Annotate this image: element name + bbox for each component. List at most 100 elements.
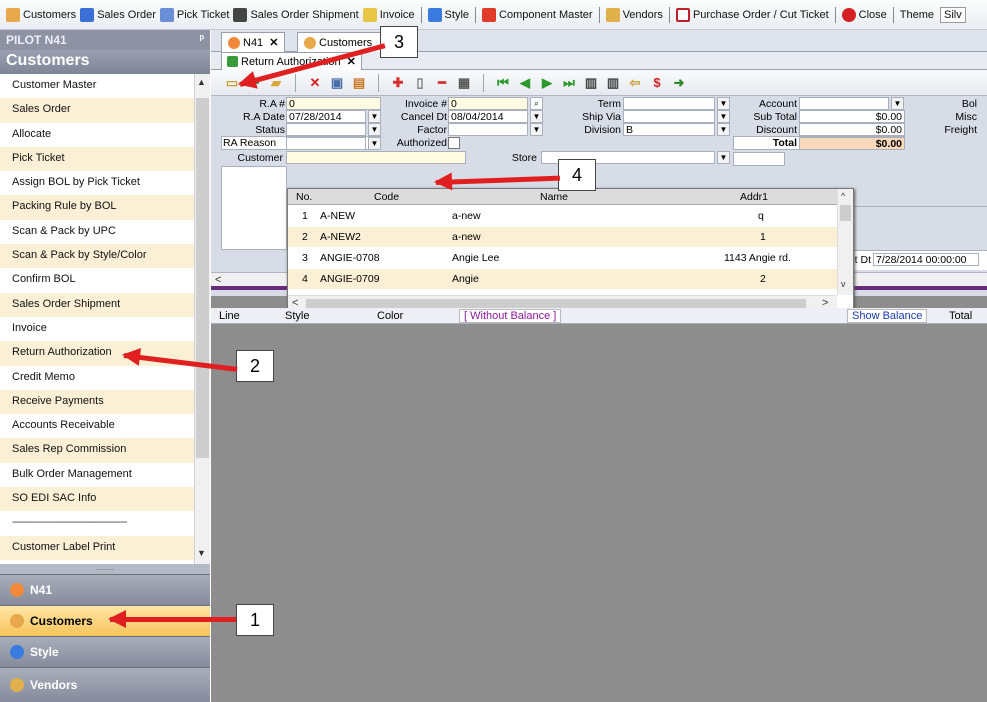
sidebar-item-allocate[interactable]: Allocate [0, 123, 194, 147]
sidebar-item-accounts-receivable[interactable]: Accounts Receivable [0, 414, 194, 438]
chevron-down-icon[interactable]: ▼ [368, 110, 381, 123]
sidebar-item-customer-master[interactable]: Customer Master [0, 74, 194, 98]
copy-icon[interactable]: ▯ [411, 75, 429, 91]
col-no: No. [296, 191, 313, 203]
invoice-icon [362, 7, 377, 22]
ra-number-field[interactable]: 0 [286, 97, 381, 110]
table-row[interactable] [288, 206, 837, 226]
sidebar-item-confirm-bol[interactable]: Confirm BOL [0, 268, 194, 292]
scroll-left-icon[interactable]: < [215, 274, 221, 286]
chevron-down-icon[interactable]: ▼ [891, 97, 904, 110]
grid-icon[interactable]: ▦ [455, 75, 473, 91]
factor-field[interactable] [448, 123, 528, 136]
tab-n41[interactable]: N41 ✕ [221, 32, 286, 52]
menu-pick-ticket[interactable]: Pick Ticket [158, 7, 232, 22]
chevron-down-icon[interactable]: ▼ [368, 123, 381, 136]
status-field[interactable] [286, 123, 366, 136]
last-record-icon[interactable]: ⏭ [560, 75, 578, 91]
popup-vscroll[interactable]: ^ v [837, 189, 853, 295]
chevron-down-icon[interactable]: ▼ [717, 123, 730, 136]
scroll-thumb[interactable] [840, 205, 851, 221]
scroll-up-icon[interactable]: ▲ [197, 77, 206, 87]
export-icon[interactable]: ⇦ [626, 75, 644, 91]
without-balance-button[interactable]: [ Without Balance ] [459, 309, 562, 323]
col-code: Code [374, 191, 400, 203]
invoice-field[interactable]: 0 [448, 97, 528, 110]
sidebar-item-scan-pack-style[interactable]: Scan & Pack by Style/Color [0, 244, 194, 269]
sidebar-item-assign-bol[interactable]: Assign BOL by Pick Ticket [0, 171, 194, 195]
sidebar-item-sales-rep-commission[interactable]: Sales Rep Commission [0, 438, 194, 463]
report2-icon[interactable]: ▥ [604, 75, 622, 91]
menu-close[interactable]: Close [840, 7, 889, 22]
row-code: A-NEW [320, 210, 355, 222]
style-icon [427, 7, 442, 22]
sidebar-scrollbar[interactable]: ▲ ▼ [194, 74, 210, 564]
delete-icon[interactable]: ✕ [306, 75, 324, 91]
scroll-down-icon[interactable]: v [841, 279, 846, 289]
menu-style[interactable]: Style [426, 7, 471, 22]
menu-sales-order[interactable]: Sales Order [78, 7, 158, 22]
row-addr: q [758, 210, 764, 222]
customers-icon [304, 36, 316, 49]
menu-purchase-order[interactable]: Purchase Order / Cut Ticket [674, 7, 831, 22]
ra-date-field[interactable]: 07/28/2014 [286, 110, 366, 123]
sidebar-item-invoice[interactable]: Invoice [0, 317, 194, 341]
next-record-icon[interactable]: ▶ [538, 75, 556, 91]
sidebar-item-sales-order-shipment[interactable]: Sales Order Shipment [0, 292, 194, 317]
menu-sales-order-shipment[interactable]: Sales Order Shipment [231, 7, 360, 22]
save-icon[interactable]: ▣ [328, 75, 346, 91]
theme-select[interactable]: Silv [940, 6, 966, 23]
sidebar-item-customer-label-print[interactable]: Customer Label Print [0, 535, 194, 560]
show-balance-button[interactable]: Show Balance [847, 309, 928, 323]
sidebar-section-title: Customers [0, 50, 210, 74]
exit-icon[interactable]: ➜ [670, 75, 688, 91]
term-field[interactable] [623, 97, 715, 110]
sidebar-item-so-edi-sac[interactable]: SO EDI SAC Info [0, 487, 194, 512]
first-record-icon[interactable]: ⏮ [494, 75, 512, 91]
total-label: Total [772, 137, 797, 149]
sidebar-menu-list: Customer Master Sales Order Allocate Pic… [0, 74, 194, 564]
ra-reason-field[interactable] [286, 137, 366, 150]
authorized-checkbox[interactable] [448, 137, 460, 149]
prev-record-icon[interactable]: ◀ [516, 75, 534, 91]
nav-button-style[interactable]: Style [0, 636, 210, 667]
sidebar-item-receive-payments[interactable]: Receive Payments [0, 389, 194, 415]
scroll-thumb[interactable] [196, 98, 209, 458]
chevron-down-icon[interactable]: ▼ [717, 110, 730, 123]
sidebar-item-pick-ticket[interactable]: Pick Ticket [0, 146, 194, 172]
nav-button-n41[interactable]: N41 [0, 574, 210, 605]
sidebar-item-scan-pack-upc[interactable]: Scan & Pack by UPC [0, 220, 194, 244]
chevron-down-icon[interactable]: ▼ [717, 97, 730, 110]
report-icon[interactable]: ▥ [582, 75, 600, 91]
table-row[interactable] [288, 227, 837, 247]
add-row-icon[interactable]: ✚ [389, 75, 407, 91]
print-date-field[interactable]: 7/28/2014 00:00:00 [873, 253, 979, 266]
customer-field[interactable] [286, 151, 466, 164]
sidebar-item-sales-order[interactable]: Sales Order [0, 98, 194, 123]
pin-icon[interactable]: ᵖ [200, 33, 204, 45]
cancel-date-field[interactable]: 08/04/2014 [448, 110, 528, 123]
nav-button-vendors[interactable]: Vendors [0, 667, 210, 702]
chevron-down-icon[interactable]: ▼ [368, 137, 381, 150]
sidebar-item-bulk-order[interactable]: Bulk Order Management [0, 463, 194, 487]
scroll-down-icon[interactable]: ▼ [197, 548, 206, 558]
close-tab-icon[interactable]: ✕ [269, 36, 278, 49]
menu-customers[interactable]: Customers [4, 7, 78, 22]
division-field[interactable]: B [623, 123, 715, 136]
menu-component-master[interactable]: Component Master [480, 7, 595, 22]
division-label: Division [584, 124, 621, 136]
menu-invoice[interactable]: Invoice [361, 7, 417, 22]
menu-vendors[interactable]: Vendors [604, 7, 665, 22]
dollar-icon[interactable]: $ [648, 75, 666, 91]
chevron-down-icon[interactable]: ▼ [717, 151, 730, 164]
ship-via-field[interactable] [623, 110, 715, 123]
scroll-up-icon[interactable]: ^ [841, 191, 845, 201]
row-addr: 2 [760, 273, 766, 285]
sidebar-item-packing-rule[interactable]: Packing Rule by BOL [0, 195, 194, 220]
account-field[interactable] [799, 97, 889, 110]
splitter-grip[interactable]: ........ [0, 564, 210, 574]
print-icon[interactable]: ▤ [350, 75, 368, 91]
sidebar-item-credit-memo[interactable]: Credit Memo [0, 366, 194, 390]
top-menu-bar: Customers Sales Order Pick Ticket Sales … [0, 0, 987, 30]
remove-row-icon[interactable]: ━ [433, 75, 451, 91]
